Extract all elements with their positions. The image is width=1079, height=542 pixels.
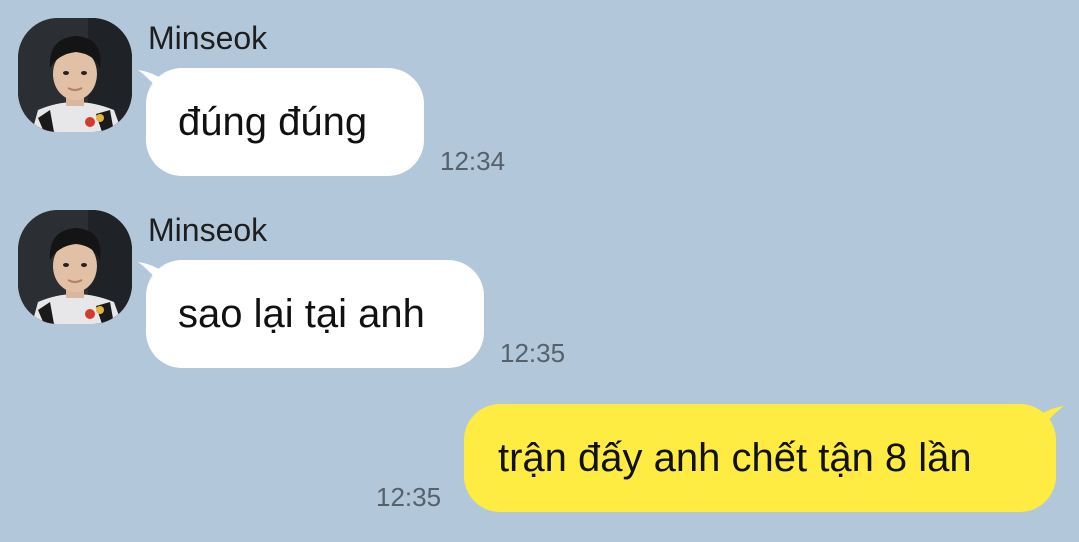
chat-room: Minseok đúng đúng 12:34 Minseok sao lại … [0, 0, 1079, 542]
avatar-photo-icon [18, 18, 132, 132]
bubble-tail-outgoing [1038, 406, 1064, 434]
message-time: 12:35 [500, 338, 566, 368]
message-bubble[interactable]: đúng đúng [146, 68, 424, 176]
message-time: 12:35 [376, 482, 442, 512]
message-bubble[interactable]: sao lại tại anh [146, 260, 484, 368]
message-bubble-outgoing[interactable]: trận đấy anh chết tận 8 lần [464, 404, 1056, 512]
avatar-photo-icon [18, 210, 132, 324]
avatar[interactable] [18, 18, 132, 132]
avatar[interactable] [18, 210, 132, 324]
sender-name: Minseok [148, 212, 268, 248]
message-time: 12:34 [440, 146, 506, 176]
sender-name: Minseok [148, 20, 268, 56]
